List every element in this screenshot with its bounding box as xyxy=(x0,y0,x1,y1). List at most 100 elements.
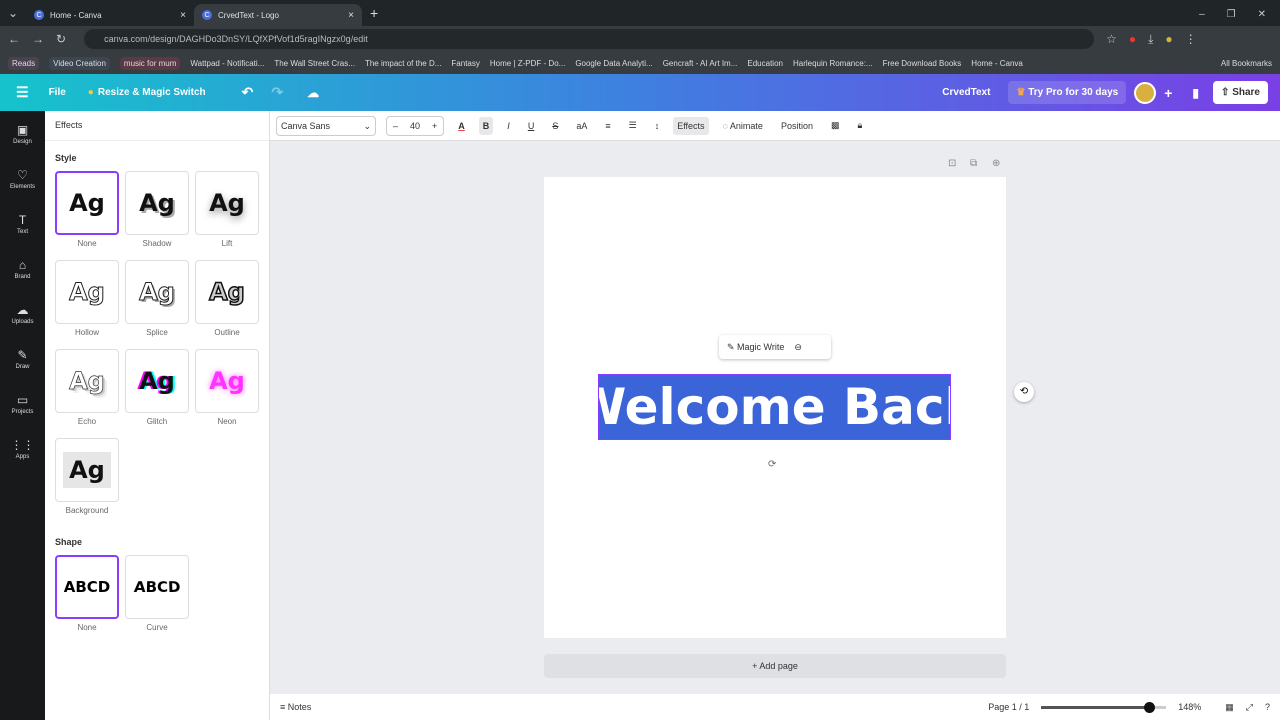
link-icon[interactable]: ⊖ xyxy=(794,342,802,353)
effect-style-lift[interactable]: Ag Lift xyxy=(195,171,259,254)
lock-page-icon[interactable]: ⊡ xyxy=(948,158,956,169)
extension-icon[interactable]: ● xyxy=(1129,32,1136,46)
design-name[interactable]: CrvedText xyxy=(942,87,990,98)
effect-style-splice[interactable]: Ag Splice xyxy=(125,260,189,343)
bookmark[interactable]: Wattpad - Notificati... xyxy=(190,59,264,68)
position-button[interactable]: Position xyxy=(777,117,817,135)
design-canvas[interactable]: Welcome Back ⟳ xyxy=(544,177,1006,638)
list-icon[interactable]: ☰ xyxy=(625,116,641,135)
refresh-icon[interactable]: ⟲ xyxy=(1014,382,1034,402)
rotate-handle-icon[interactable]: ⟳ xyxy=(768,459,776,470)
menu-hamburger-icon[interactable]: ☰ xyxy=(16,84,29,101)
rail-design[interactable]: ▣ Design xyxy=(0,111,45,156)
bookmark[interactable]: The impact of the D... xyxy=(365,59,441,68)
zoom-slider[interactable] xyxy=(1041,701,1167,713)
effect-preview[interactable]: Ag xyxy=(125,349,189,413)
minimize-icon[interactable]: – xyxy=(1199,9,1205,20)
bookmark[interactable]: music for mum xyxy=(119,56,181,70)
user-avatar[interactable] xyxy=(1134,81,1157,104)
effect-style-shadow[interactable]: Ag Shadow xyxy=(125,171,189,254)
bold-button[interactable]: B xyxy=(478,116,494,135)
spacing-icon[interactable]: ↕ xyxy=(651,117,664,135)
zoom-slider-handle[interactable] xyxy=(1144,701,1156,713)
insights-icon[interactable]: ▮ xyxy=(1192,86,1199,100)
decrease-size-button[interactable]: – xyxy=(393,121,398,131)
bookmark[interactable]: Free Download Books xyxy=(883,59,962,68)
redo-icon[interactable]: ↷ xyxy=(271,84,283,101)
transparency-icon[interactable]: ▩ xyxy=(827,116,844,135)
font-size-input[interactable]: 40 xyxy=(410,121,420,131)
add-collaborator-icon[interactable]: + xyxy=(1164,85,1172,101)
effect-preview[interactable]: Ag xyxy=(55,438,119,502)
forward-icon[interactable]: → xyxy=(32,32,44,46)
tab-search-icon[interactable]: ⌄ xyxy=(0,6,26,26)
effect-style-none[interactable]: Ag None xyxy=(55,171,119,254)
help-icon[interactable]: ? xyxy=(1265,702,1270,712)
close-tab-icon[interactable]: × xyxy=(348,10,354,21)
effect-preview[interactable]: Ag xyxy=(55,349,119,413)
shape-preview[interactable]: ABCD xyxy=(125,555,189,619)
rail-elements[interactable]: ♡ Elements xyxy=(0,156,45,201)
strikethrough-button[interactable]: S xyxy=(548,117,562,135)
bookmark-folder[interactable]: Fantasy xyxy=(451,59,479,68)
bookmark[interactable]: Home | Z-PDF - Do... xyxy=(490,59,565,68)
effect-preview[interactable]: Ag xyxy=(195,260,259,324)
duplicate-page-icon[interactable]: ⧉ xyxy=(970,158,977,169)
all-bookmarks[interactable]: All Bookmarks xyxy=(1221,59,1272,68)
url-input[interactable]: canva.com/design/DAGHDo3DnSY/LQfXPfVof1d… xyxy=(84,29,1095,49)
bookmark[interactable]: Home - Canva xyxy=(971,59,1023,68)
notes-button[interactable]: ≡ Notes xyxy=(280,702,311,712)
add-page-button[interactable]: + Add page xyxy=(544,654,1006,678)
effect-style-neon[interactable]: Ag Neon xyxy=(195,349,259,432)
browser-tab[interactable]: C Home - Canva × xyxy=(26,4,194,26)
animate-button[interactable]: ◌ Animate xyxy=(719,117,767,135)
bookmark[interactable]: Harlequin Romance:... xyxy=(793,59,873,68)
grid-view-icon[interactable]: ▦ xyxy=(1225,702,1234,713)
fullscreen-icon[interactable]: ⤢ xyxy=(1246,702,1253,713)
rail-brand[interactable]: ⌂ Brand xyxy=(0,246,45,291)
shape-curve[interactable]: ABCD Curve xyxy=(125,555,189,638)
reload-icon[interactable]: ↻ xyxy=(56,32,66,46)
bookmark-star-icon[interactable]: ☆ xyxy=(1106,32,1117,46)
welcome-text-box[interactable]: Welcome Back xyxy=(598,374,951,440)
effect-preview[interactable]: Ag xyxy=(55,171,119,235)
effect-preview[interactable]: Ag xyxy=(55,260,119,324)
lock-icon[interactable]: 🔒︎ xyxy=(853,116,866,135)
restore-icon[interactable]: ❐ xyxy=(1227,9,1236,20)
rail-uploads[interactable]: ☁ Uploads xyxy=(0,291,45,336)
bookmark[interactable]: Google Data Analyti... xyxy=(575,59,652,68)
effects-button[interactable]: Effects xyxy=(673,116,709,135)
zoom-level[interactable]: 148% xyxy=(1178,702,1201,712)
file-menu[interactable]: File xyxy=(49,87,66,98)
shape-none[interactable]: ABCD None xyxy=(55,555,119,638)
new-tab-button[interactable]: + xyxy=(362,5,386,26)
back-icon[interactable]: ← xyxy=(8,32,20,46)
profile-avatar[interactable]: ● xyxy=(1165,32,1172,46)
effect-style-background[interactable]: Ag Background xyxy=(55,438,119,521)
close-tab-icon[interactable]: × xyxy=(180,10,186,21)
increase-size-button[interactable]: + xyxy=(432,121,437,131)
try-pro-button[interactable]: ♛ Try Pro for 30 days xyxy=(1008,81,1127,104)
page-indicator[interactable]: Page 1 / 1 xyxy=(988,702,1029,712)
effect-preview[interactable]: Ag xyxy=(125,260,189,324)
effect-preview[interactable]: Ag xyxy=(195,349,259,413)
resize-magic-switch-button[interactable]: ● Resize & Magic Switch xyxy=(88,87,206,98)
bookmark[interactable]: Video Creation xyxy=(49,56,110,70)
underline-button[interactable]: U xyxy=(524,117,539,135)
rail-text[interactable]: T Text xyxy=(0,201,45,246)
effect-style-outline[interactable]: Ag Outline xyxy=(195,260,259,343)
rail-apps[interactable]: ⋮⋮ Apps xyxy=(0,426,45,471)
effect-preview[interactable]: Ag xyxy=(195,171,259,235)
browser-tab-active[interactable]: C CrvedText - Logo × xyxy=(194,4,362,26)
effect-style-echo[interactable]: Ag Echo xyxy=(55,349,119,432)
font-size-stepper[interactable]: – 40 + xyxy=(386,115,445,136)
cloud-saved-icon[interactable]: ☁ xyxy=(307,86,319,100)
shape-preview[interactable]: ABCD xyxy=(55,555,119,619)
effect-preview[interactable]: Ag xyxy=(125,171,189,235)
effect-style-hollow[interactable]: Ag Hollow xyxy=(55,260,119,343)
share-button[interactable]: ⇧ Share xyxy=(1213,81,1268,104)
bookmark[interactable]: Reads xyxy=(8,56,40,70)
case-button[interactable]: aA xyxy=(572,117,591,135)
rail-projects[interactable]: ▭ Projects xyxy=(0,381,45,426)
bookmark[interactable]: Gencraft - AI Art Im... xyxy=(663,59,738,68)
